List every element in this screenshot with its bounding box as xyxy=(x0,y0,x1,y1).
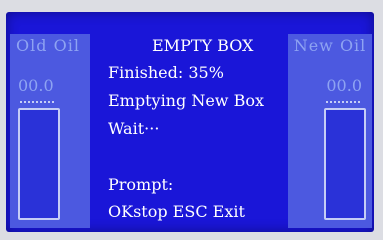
old-oil-panel: Old Oil 00.0 xyxy=(10,34,90,228)
device-bezel: Old Oil 00.0 New Oil 00.0 EMPTY BOX Fini… xyxy=(0,0,383,240)
new-oil-value: 00.0 xyxy=(326,76,362,95)
new-oil-panel: New Oil 00.0 xyxy=(288,34,372,228)
new-oil-tank xyxy=(324,108,366,220)
prompt-label: Prompt: xyxy=(108,175,174,194)
lcd-screen: Old Oil 00.0 New Oil 00.0 EMPTY BOX Fini… xyxy=(6,12,374,232)
old-oil-value: 00.0 xyxy=(18,76,54,95)
new-oil-tank-fill xyxy=(326,110,364,218)
new-oil-label: New Oil xyxy=(293,36,367,55)
old-oil-tank-fill xyxy=(20,110,58,218)
prompt-actions: OKstop ESC Exit xyxy=(108,202,245,221)
screen-title: EMPTY BOX xyxy=(152,36,254,55)
old-oil-label: Old Oil xyxy=(16,36,80,55)
old-oil-tank xyxy=(18,108,60,220)
finished-progress-text: Finished: 35% xyxy=(108,63,224,82)
status-text: Emptying New Box xyxy=(108,91,264,110)
wait-text: Wait··· xyxy=(108,119,160,138)
